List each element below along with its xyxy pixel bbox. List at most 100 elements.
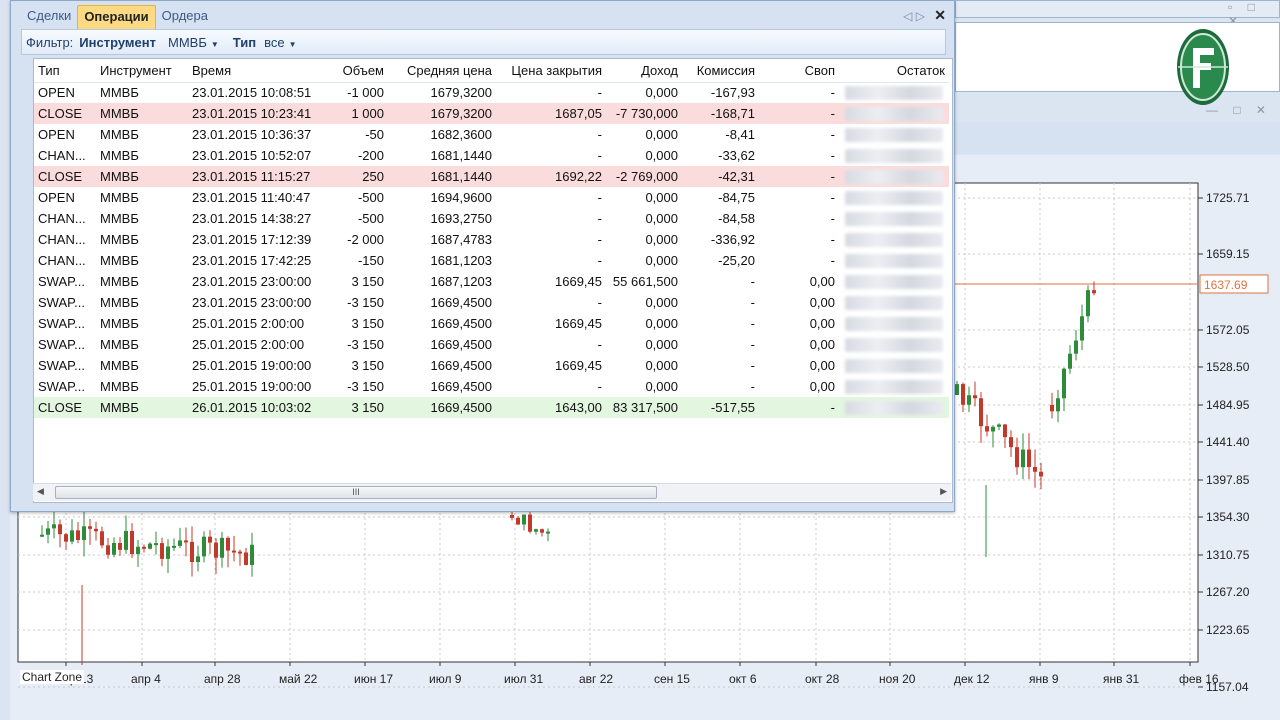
table-cell: 0,000 (645, 253, 678, 268)
redacted-balance-cell (839, 103, 949, 124)
x-tick-label: апр 28 (204, 672, 241, 686)
table-cell: 0,000 (645, 295, 678, 310)
close-icon[interactable]: ✕ (934, 7, 946, 23)
x-tick-label: фев 16 (1179, 672, 1219, 686)
table-row[interactable]: SWAP... ММВБ 25.01.2015 2:00:00 3 150 1669,4… (34, 313, 949, 334)
table-cell: 25.01.2015 2:00:00 (192, 337, 305, 352)
table-row[interactable]: SWAP... ММВБ 23.01.2015 23:00:00 -3 150 1669… (34, 292, 949, 313)
column-header[interactable]: Своп (759, 59, 839, 83)
scroll-left-icon[interactable]: ◁ (903, 9, 912, 23)
left-candle (238, 551, 242, 554)
table-row[interactable]: SWAP... ММВБ 25.01.2015 19:00:00 3 150 1669,… (34, 355, 949, 376)
table-cell: 83 317,500 (606, 397, 682, 418)
table-row[interactable]: CLOSE ММВБ 23.01.2015 10:23:41 1 000 1679,32… (34, 103, 949, 124)
x-tick-label: янв 31 (1103, 672, 1140, 686)
column-header[interactable]: Инструмент (96, 59, 188, 83)
left-candle (184, 540, 188, 543)
tab-operations[interactable]: Операции (77, 5, 156, 29)
x-tick-label: июл 9 (429, 672, 462, 686)
table-row[interactable]: CHAN... ММВБ 23.01.2015 14:38:27 -500 1693,2… (34, 208, 949, 229)
left-candle (88, 526, 92, 529)
table-cell: 1687,4783 (430, 232, 492, 247)
table-cell: - (750, 316, 755, 331)
left-candle (214, 542, 218, 558)
table-cell: -8,41 (725, 127, 755, 142)
filter-instrument-dropdown[interactable]: ММВБ ▼ (162, 35, 219, 50)
table-cell: -84,75 (718, 190, 755, 205)
table-row[interactable]: SWAP... ММВБ 25.01.2015 19:00:00 -3 150 1669… (34, 376, 949, 397)
table-cell: 0,000 (645, 190, 678, 205)
mid-candle (540, 529, 544, 533)
column-header[interactable]: Средняя цена (388, 59, 496, 83)
table-cell: - (830, 127, 835, 142)
left-candle (208, 536, 212, 543)
table-cell: ММВБ (100, 148, 139, 163)
y-tick-label: 1659.15 (1206, 247, 1250, 261)
table-cell: -3 150 (347, 295, 384, 310)
redacted-balance-cell (839, 187, 949, 208)
table-cell: - (597, 232, 602, 247)
left-candle (106, 545, 110, 555)
table-row[interactable]: SWAP... ММВБ 23.01.2015 23:00:00 3 150 1687,… (34, 271, 949, 292)
tab-deals[interactable]: Сделки (21, 5, 77, 29)
right-candle (985, 426, 989, 432)
left-candle (82, 526, 86, 541)
table-row[interactable]: CHAN... ММВБ 23.01.2015 17:12:39 -2 000 1687… (34, 229, 949, 250)
table-body: OPEN ММВБ 23.01.2015 10:08:51 -1 000 1679,32… (34, 82, 949, 418)
table-cell: 1681,1203 (430, 253, 492, 268)
rally-candle (1080, 316, 1084, 341)
column-header[interactable]: Тип (34, 59, 96, 83)
column-header[interactable]: Цена закрытия (496, 59, 606, 83)
horizontal-scrollbar[interactable]: ◀ III ▶ (33, 483, 951, 501)
left-candle (190, 541, 194, 563)
filter-type-dropdown[interactable]: все ▼ (262, 35, 296, 50)
table-cell: SWAP... (38, 295, 85, 310)
left-candle (226, 537, 230, 551)
table-row[interactable]: OPEN ММВБ 23.01.2015 10:08:51 -1 000 1679,32… (34, 82, 949, 103)
x-tick-label: янв 9 (1029, 672, 1059, 686)
table-row[interactable]: OPEN ММВБ 23.01.2015 10:36:37 -50 1682,3600 -… (34, 124, 949, 145)
right-candle (967, 395, 971, 405)
scroll-left-arrow-icon[interactable]: ◀ (37, 486, 44, 497)
table-cell: 55 661,500 (612, 274, 678, 289)
table-row[interactable]: CHAN... ММВБ 23.01.2015 10:52:07 -200 1681,1… (34, 145, 949, 166)
redacted-balance-cell (839, 397, 949, 418)
table-cell: - (830, 148, 835, 163)
left-candle (124, 531, 128, 550)
table-cell: -517,55 (682, 397, 759, 418)
column-header[interactable]: Доход (606, 59, 682, 83)
column-header[interactable]: Время (188, 59, 318, 83)
left-candle (172, 545, 176, 548)
table-cell: - (597, 337, 602, 352)
redacted-balance-cell (839, 271, 949, 292)
column-header[interactable]: Объем (318, 59, 388, 83)
table-cell: ММВБ (100, 232, 139, 247)
y-tick-label: 1223.65 (1206, 623, 1250, 637)
column-header[interactable]: Остаток (839, 59, 949, 83)
table-row[interactable]: CHAN... ММВБ 23.01.2015 17:42:25 -150 1681,1… (34, 250, 949, 271)
scroll-right-icon[interactable]: ▷ (916, 9, 925, 23)
scrollbar-thumb[interactable]: III (55, 486, 657, 499)
left-candle (178, 540, 182, 546)
tab-orders[interactable]: Ордера (156, 5, 214, 29)
table-row[interactable]: CLOSE ММВБ 26.01.2015 10:03:02 3 150 1669,45… (34, 397, 949, 418)
table-row[interactable]: CLOSE ММВБ 23.01.2015 11:15:27 250 1681,1440… (34, 166, 949, 187)
table-cell: - (759, 397, 839, 418)
table-cell: -167,93 (710, 85, 755, 101)
scroll-right-arrow-icon[interactable]: ▶ (940, 486, 947, 497)
y-tick-label: 1354.30 (1206, 510, 1250, 524)
table-cell: -33,62 (718, 148, 755, 163)
table-cell: 0,000 (645, 85, 678, 101)
table-row[interactable]: OPEN ММВБ 23.01.2015 11:40:47 -500 1694,9600… (34, 187, 949, 208)
table-cell: ММВБ (100, 358, 139, 373)
operations-table-container[interactable]: Тип Инструмент Время Объем Средняя цена Цена … (33, 58, 953, 503)
table-cell: SWAP... (38, 316, 85, 331)
table-row[interactable]: SWAP... ММВБ 25.01.2015 2:00:00 -3 150 1669,… (34, 334, 949, 355)
table-cell: 250 (318, 166, 388, 187)
tab-strip: Сделки Операции Ордера (21, 3, 214, 29)
redacted-balance-cell (839, 82, 949, 103)
redacted-balance-cell (839, 166, 949, 187)
column-header[interactable]: Комиссия (682, 59, 759, 83)
table-cell: 23.01.2015 10:08:51 (192, 85, 312, 101)
table-cell: ММВБ (96, 166, 188, 187)
